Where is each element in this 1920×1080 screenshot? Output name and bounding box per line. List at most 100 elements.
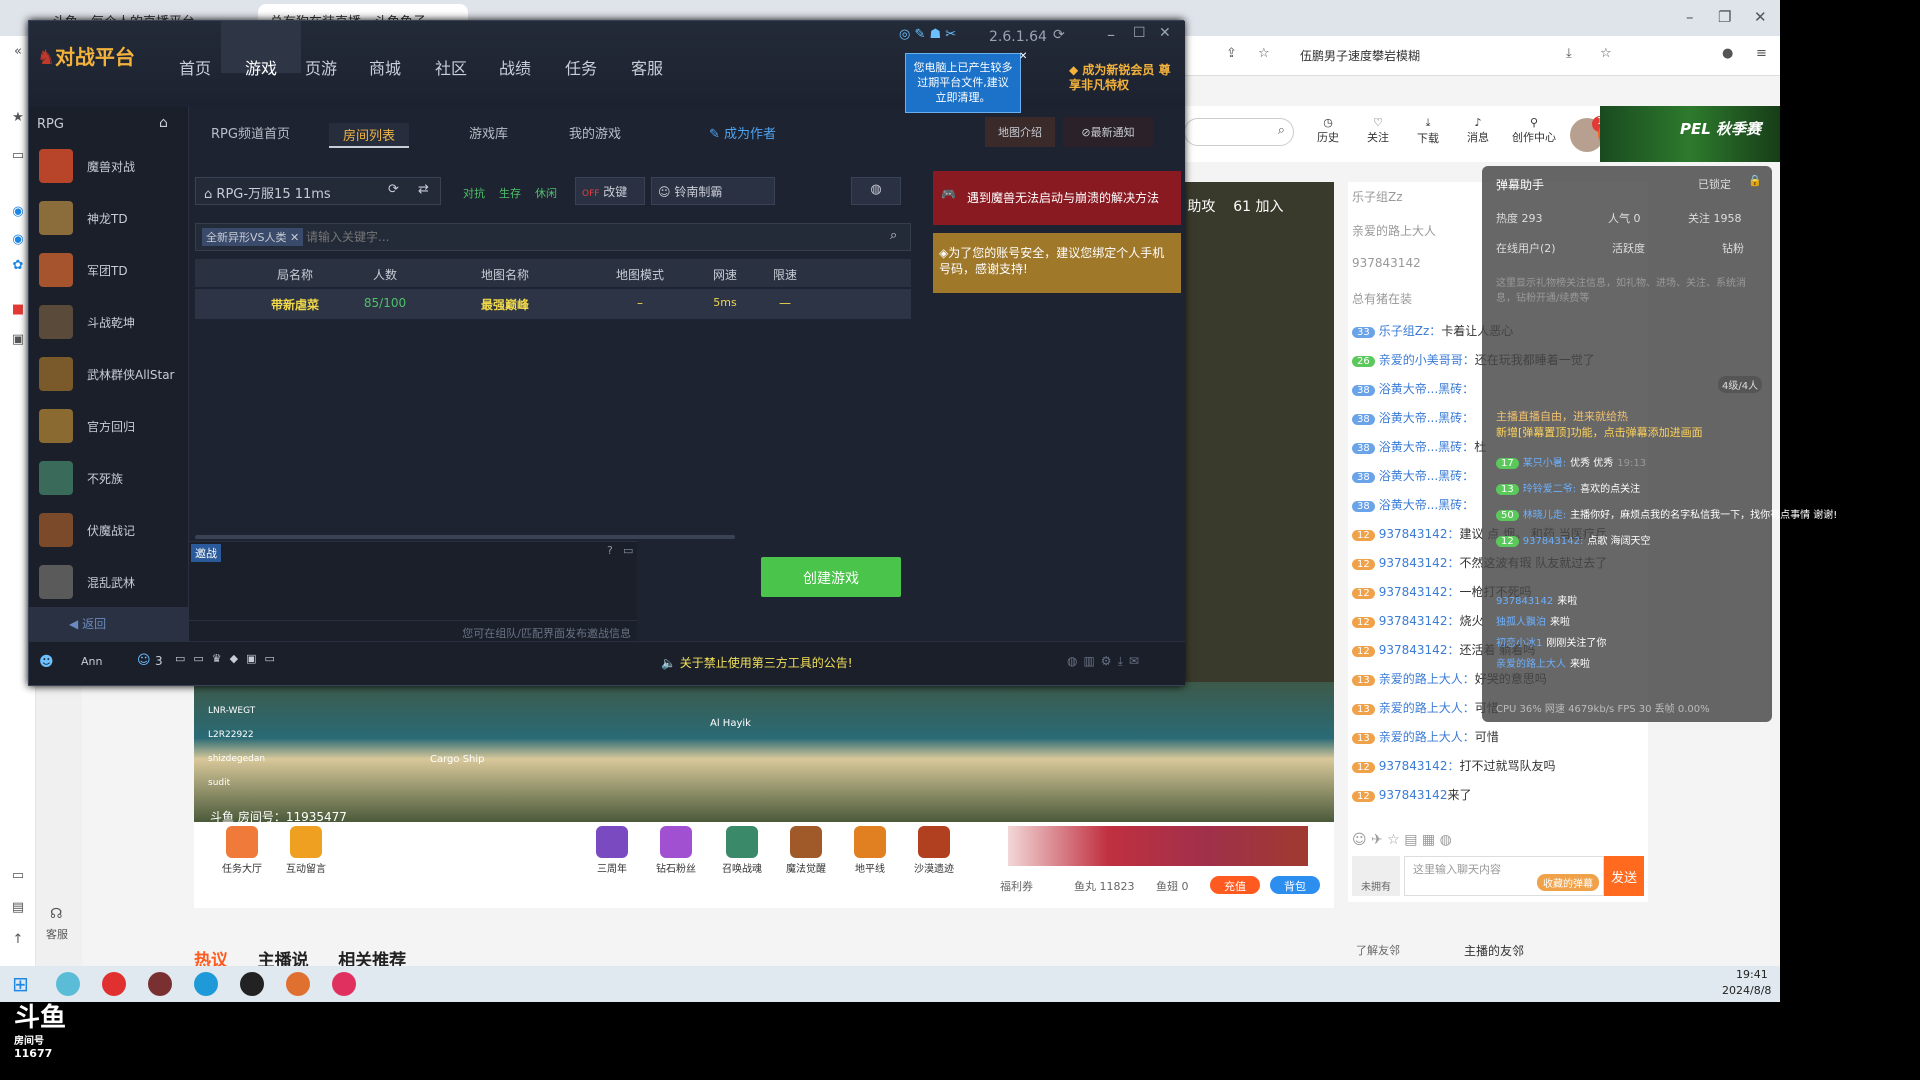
headset-icon[interactable]: ☊ [50,906,62,922]
star-icon[interactable]: ★ [10,110,26,126]
bag-icon[interactable]: ▤ [10,900,26,916]
game-item[interactable]: 官方回归 [29,401,189,451]
close-icon[interactable]: ✕ [1754,8,1767,26]
tag-close-icon[interactable]: ✕ [290,231,299,244]
tab-map-intro[interactable]: 地图介绍 [985,117,1055,147]
username[interactable]: Ann [81,655,102,668]
nav-tab[interactable]: 客服 [631,55,663,79]
chat-username[interactable]: 浴黄大帝...黑砖： [1379,440,1474,454]
menu-icon[interactable]: ≡ [1756,46,1767,61]
col-map-mode[interactable]: 地图模式 [595,266,685,283]
clock-date[interactable]: 2024/8/8 [1722,984,1771,997]
chat-message[interactable]: 12 937843142：烧火 [1352,612,1483,629]
chat-username[interactable]: 937843142 [1379,788,1448,802]
help-icon[interactable]: ? [607,544,613,557]
nav-tab[interactable]: 游戏 [221,21,301,78]
tab-game-library[interactable]: 游戏库 [469,123,508,142]
chat-username[interactable]: 937843142： [1379,556,1460,570]
tab-room-list[interactable]: 房间列表 [329,123,410,148]
filter-casual[interactable]: 休闲 [535,185,557,201]
server-select[interactable]: ⌂ RPG-万服15 11ms ⟳ ⇄ [195,177,441,205]
favorite-icon[interactable]: ☆ [1600,46,1612,61]
app-icon[interactable] [102,972,126,996]
friends-link[interactable]: 了解友邻 [1356,942,1400,958]
chat-username[interactable]: 乐子组Zz： [1379,324,1442,338]
game-item[interactable]: 神龙TD [29,193,189,243]
chat-username[interactable]: 浴黄大帝...黑砖： [1379,411,1474,425]
chat-message[interactable]: 38 浴黄大帝...黑砖： [1352,467,1474,484]
chat-message[interactable]: 13亲爱的路上大人：可惜 [1352,699,1499,716]
nav-tab[interactable]: 商城 [369,55,401,79]
maximize-icon[interactable]: ☐ [1133,25,1146,41]
chat-username[interactable]: 亲爱的小美哥哥： [1379,353,1475,367]
close-icon[interactable]: ✕ [1159,25,1171,41]
gift-item[interactable]: 魔法觉醒 [776,826,836,876]
star-icon[interactable]: ☆ [1258,46,1270,61]
search-box[interactable]: ⌕ [1184,118,1294,146]
app-icon[interactable] [148,972,172,996]
nav-tab[interactable]: 任务 [565,55,597,79]
folder-icon[interactable]: ▭ [10,148,26,164]
restore-icon[interactable]: ❐ [1718,8,1731,26]
chat-username[interactable]: 937843142： [1379,643,1460,657]
switch-icon[interactable]: ⇄ [418,182,429,197]
nav-message[interactable]: ♪ 消息 [1456,116,1500,145]
filter-versus[interactable]: 对抗 [463,185,485,201]
recharge-button[interactable]: 充值 [1210,876,1260,894]
user-avatar-icon[interactable]: ☻ [39,654,54,670]
friends-tab[interactable]: 主播的友邻 [1464,942,1524,959]
col-room-name[interactable]: 局名称 [245,266,345,283]
clock-time[interactable]: 19:41 [1736,968,1768,981]
search-icon[interactable]: ⌕ [890,228,897,243]
collapse-icon[interactable]: « [10,44,26,60]
chat-message[interactable]: 38 浴黄大帝...黑砖：杜 [1352,438,1486,455]
search-icon[interactable]: ⌕ [1278,123,1285,138]
change-key-button[interactable]: OFF 改键 [575,177,645,205]
collect-danmaku-button[interactable]: 收藏的弹幕 [1537,874,1599,891]
game-item[interactable]: 不死族 [29,453,189,503]
gift-item[interactable]: 召唤战魂 [712,826,772,876]
chat-message[interactable]: 38 浴黄大帝...黑砖： [1352,380,1474,397]
home-icon[interactable]: ⌂ [159,115,168,131]
vip-promo[interactable]: ◆ 成为新锐会员 尊享非凡特权 [1069,63,1181,99]
nav-follow[interactable]: ♡ 关注 [1356,116,1400,145]
col-players[interactable]: 人数 [345,266,425,283]
fan-badge[interactable]: 未拥有 [1352,856,1400,896]
chat-message[interactable]: 13亲爱的路上大人：可惜 [1352,728,1499,745]
gift-item[interactable]: 钻石粉丝 [646,826,706,876]
game-item[interactable]: 斗战乾坤 [29,297,189,347]
profile-icon[interactable]: ● [1722,46,1733,61]
gift-item[interactable]: 三周年 [582,826,642,876]
lock-icon[interactable]: 🔒 [1748,174,1762,187]
video-icon[interactable]: ■ [10,302,26,318]
nav-tab[interactable]: 社区 [435,55,467,79]
room-search-input[interactable] [306,226,866,248]
paw-icon[interactable]: ✿ [10,258,26,274]
game-item[interactable]: 混乱武林 [29,557,189,607]
tab-diamond-fans[interactable]: 钻粉 [1722,240,1744,256]
tab-rpg-home[interactable]: RPG频道首页 [211,123,290,142]
notice-card[interactable]: ◈为了您的账号安全，建议您绑定个人手机号码，感谢支持! [933,233,1181,293]
app-icon[interactable] [56,972,80,996]
filter-tag[interactable]: 全新异形VS人类 ✕ [202,228,304,246]
badge-icons[interactable]: ▭▭♛◆▣▭ [175,652,283,665]
notice-card[interactable]: 🎮 遇到魔兽无法启动与崩溃的解决方法 [933,171,1181,225]
game-item[interactable]: 武林群侠AllStar [29,349,189,399]
nav-tab[interactable]: 首页 [179,55,211,79]
download-icon[interactable]: ⤓ [1566,46,1572,61]
tab-latest-notice[interactable]: ⊘最新通知 [1063,117,1153,147]
chat-username[interactable]: 亲爱的路上大人： [1379,701,1475,715]
col-speed[interactable]: 网速 [695,266,755,283]
filter-survival[interactable]: 生存 [499,185,521,201]
popup-close-icon[interactable]: ✕ [1019,51,1027,62]
game-item[interactable]: 魔兽对战 [29,141,189,191]
nav-creator[interactable]: ⚲ 创作中心 [1506,116,1562,145]
chat-input[interactable]: 这里输入聊天内容 收藏的弹幕 [1404,856,1604,896]
gift-item[interactable]: 沙漠遗迹 [904,826,964,876]
nav-tab[interactable]: 页游 [305,55,337,79]
nav-history[interactable]: ◷ 历史 [1306,116,1350,145]
event-banner[interactable]: PEL 秋季赛 [1600,106,1780,162]
invite-tab[interactable]: 邀战 [191,544,221,562]
chat-username[interactable]: 浴黄大帝...黑砖： [1379,469,1474,483]
gift-item[interactable]: 地平线 [840,826,900,876]
